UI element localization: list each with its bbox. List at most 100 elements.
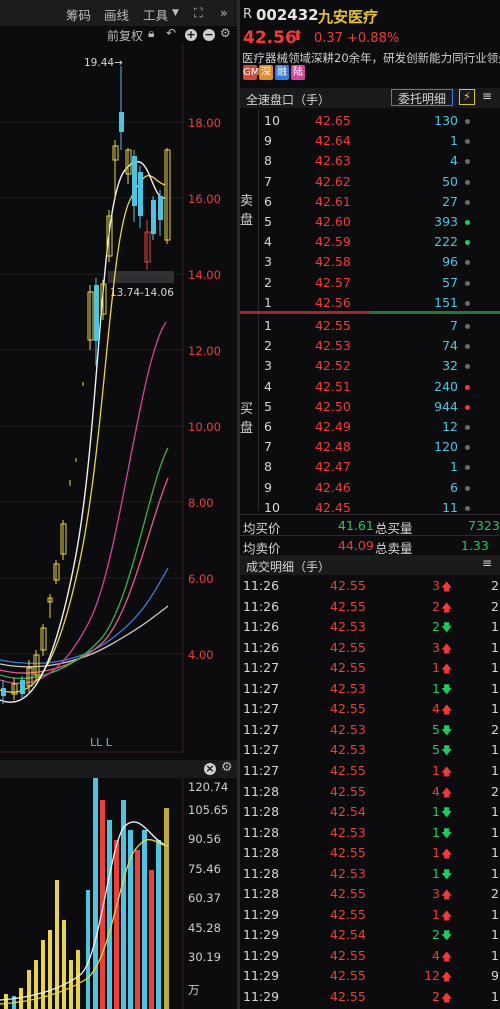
sell-buy-separator-red bbox=[240, 311, 370, 314]
settings-icon[interactable]: ⚙ bbox=[221, 760, 233, 775]
trade-count: 1 bbox=[491, 680, 499, 696]
level-activity-dot bbox=[465, 344, 470, 350]
price-change-pct: +0.88% bbox=[347, 31, 400, 46]
trade-count: 1 bbox=[491, 639, 499, 655]
buy-level-row[interactable]: 6 42.49 12 bbox=[240, 417, 500, 436]
ma-line-pink bbox=[0, 477, 169, 674]
arrow-up-icon: 🡅 bbox=[441, 847, 453, 861]
buy-level-row[interactable]: 9 42.46 6 bbox=[240, 478, 500, 497]
trade-row: 11:28 42.54 1 🡇 1 bbox=[240, 802, 500, 821]
trade-row: 11:28 42.53 1 🡇 1 bbox=[240, 823, 500, 842]
level-activity-dot bbox=[465, 384, 470, 390]
arrow-down-icon: 🡇 bbox=[441, 806, 453, 820]
tag-shenzhen: 深 bbox=[259, 65, 273, 80]
level-number: 5 bbox=[264, 398, 272, 414]
buy-level-row[interactable]: 3 42.52 32 bbox=[240, 356, 500, 375]
sell-level-row[interactable]: 8 42.63 4 bbox=[240, 151, 500, 170]
buy-level-row[interactable]: 5 42.50 944 bbox=[240, 397, 500, 416]
buy-level-row[interactable]: 7 42.48 120 bbox=[240, 437, 500, 456]
arrow-up-icon: 🡅 bbox=[441, 600, 453, 614]
sell-level-row[interactable]: 7 42.62 50 bbox=[240, 172, 500, 191]
level-price: 42.47 bbox=[315, 459, 351, 475]
avg-sell-price: 44.09 bbox=[338, 538, 374, 553]
level-activity-dot bbox=[465, 240, 470, 246]
trade-price: 42.54 bbox=[330, 927, 366, 943]
trade-count: 1 bbox=[491, 660, 499, 676]
arrow-up-icon: 🡅 bbox=[441, 785, 453, 799]
volume-tick: 90.56 bbox=[188, 832, 221, 846]
level-price: 42.61 bbox=[315, 193, 351, 209]
trade-price: 42.54 bbox=[330, 804, 366, 820]
arrow-up-icon: 🡅 bbox=[441, 888, 453, 902]
level-number: 2 bbox=[264, 274, 272, 290]
buy-level-row[interactable]: 4 42.51 240 bbox=[240, 377, 500, 396]
sell-level-row[interactable]: 6 42.61 27 bbox=[240, 192, 500, 211]
trade-count: 1 bbox=[491, 906, 499, 922]
trade-volume: 1 bbox=[432, 804, 440, 820]
volume-tick: 45.28 bbox=[188, 921, 221, 935]
trade-time: 11:29 bbox=[243, 906, 280, 922]
trade-time: 11:29 bbox=[243, 968, 280, 984]
level-price: 42.48 bbox=[315, 439, 351, 455]
sell-level-row[interactable]: 5 42.60 393 bbox=[240, 212, 500, 231]
level-number: 6 bbox=[264, 419, 272, 434]
trade-time: 11:27 bbox=[243, 701, 280, 717]
close-icon[interactable]: × bbox=[204, 763, 216, 775]
trades-title: 成交明细（手） bbox=[246, 560, 331, 574]
trade-count: 1 bbox=[491, 742, 499, 758]
sell-level-row[interactable]: 2 42.57 57 bbox=[240, 273, 500, 292]
trade-price: 42.55 bbox=[330, 989, 366, 1004]
trade-volume: 5 bbox=[432, 742, 440, 758]
trade-volume: 1 bbox=[432, 906, 440, 922]
trade-price: 42.55 bbox=[330, 578, 366, 593]
arrow-down-icon: 🡇 bbox=[441, 929, 453, 943]
trade-row: 11:27 42.53 1 🡇 1 bbox=[240, 679, 500, 698]
menu-icon[interactable]: ≡ bbox=[482, 556, 492, 570]
trade-count: 2 bbox=[491, 598, 499, 614]
level-price: 42.60 bbox=[315, 214, 351, 229]
order-detail-button[interactable]: 委托明细 bbox=[391, 89, 454, 106]
arrow-up-icon: 🡅 bbox=[441, 991, 453, 1004]
level-number: 1 bbox=[264, 318, 272, 333]
buy-level-row[interactable]: 8 42.47 1 bbox=[240, 457, 500, 476]
level-volume: 74 bbox=[442, 338, 458, 354]
trade-time: 11:26 bbox=[243, 578, 280, 593]
trade-price: 42.55 bbox=[330, 660, 366, 676]
level-number: 3 bbox=[264, 254, 272, 270]
sell-level-row[interactable]: 4 42.59 222 bbox=[240, 232, 500, 251]
level-volume: 1 bbox=[450, 459, 458, 475]
arrow-up-icon: 🡅 bbox=[441, 641, 453, 655]
level-number: 6 bbox=[264, 193, 272, 209]
sell-level-row[interactable]: 3 42.58 96 bbox=[240, 252, 500, 271]
trade-time: 11:28 bbox=[243, 865, 280, 881]
level-volume: 32 bbox=[442, 358, 458, 374]
level-volume: 130 bbox=[434, 113, 458, 128]
trade-row: 11:26 42.55 2 🡅 2 bbox=[240, 597, 500, 616]
price-tick: 6.00 bbox=[188, 572, 214, 586]
arrow-up-icon: 🡅 bbox=[441, 580, 453, 593]
sell-level-row[interactable]: 9 42.64 1 bbox=[240, 131, 500, 150]
orderbook-title: 全速盘口（手） bbox=[246, 93, 331, 107]
trade-time: 11:26 bbox=[243, 598, 280, 614]
kline-panel[interactable]: 筹码 画线 工具 ▼ ⛶ » 前复权 🔒︎ ↶ + − ⚙ 19.44→ 13.… bbox=[0, 0, 237, 1009]
level-number: 1 bbox=[264, 294, 272, 310]
level-price: 42.64 bbox=[315, 133, 351, 149]
level-number: 8 bbox=[264, 153, 272, 169]
band-annotation: 13.74-14.06 bbox=[110, 287, 174, 299]
stock-name[interactable]: 九安医疗 bbox=[318, 6, 378, 27]
menu-icon[interactable]: ≡ bbox=[482, 89, 492, 103]
last-price: 42.56 bbox=[243, 28, 297, 48]
sell-level-row[interactable]: 10 42.65 130 bbox=[240, 111, 500, 130]
lightning-icon[interactable]: ⚡ bbox=[459, 89, 475, 105]
trade-volume: 1 bbox=[432, 845, 440, 861]
candles bbox=[1, 66, 171, 704]
buy-level-row[interactable]: 2 42.53 74 bbox=[240, 336, 500, 355]
price-tick: 16.00 bbox=[188, 192, 221, 206]
trade-row: 11:28 42.55 3 🡅 2 bbox=[240, 884, 500, 903]
trade-time: 11:28 bbox=[243, 783, 280, 799]
trade-price: 42.53 bbox=[330, 680, 366, 696]
buy-level-row[interactable]: 1 42.55 7 bbox=[240, 316, 500, 335]
level-volume: 6 bbox=[450, 479, 458, 495]
level-number: 5 bbox=[264, 214, 272, 229]
sell-level-row[interactable]: 1 42.56 151 bbox=[240, 293, 500, 312]
